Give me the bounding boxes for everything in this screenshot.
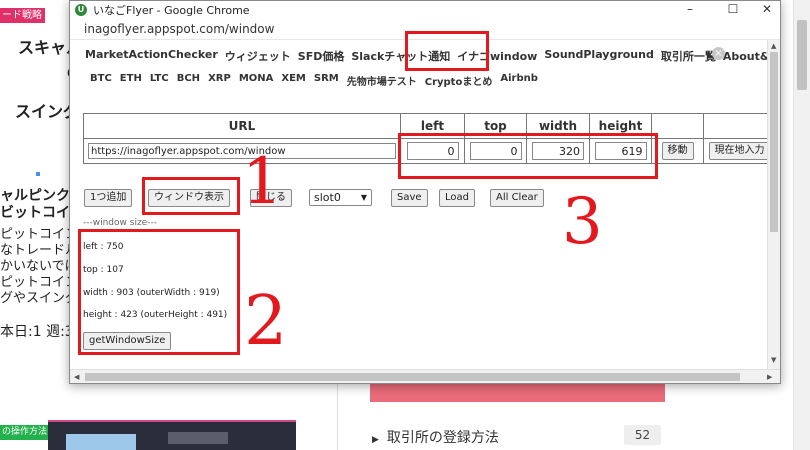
nav-item-mona[interactable]: MONA (239, 73, 274, 88)
excerpt-line: グやスイング (0, 291, 70, 306)
horizontal-scrollbar-thumb[interactable] (85, 373, 740, 381)
vertical-scrollbar-thumb[interactable] (770, 52, 778, 232)
scroll-down-icon[interactable]: ▼ (771, 356, 776, 364)
annotation-number-3: 3 (562, 185, 603, 259)
nav-item-crypto-summary[interactable]: Cryptoまとめ (425, 73, 493, 88)
excerpt-line: なトレードル (0, 243, 70, 258)
article-thumbnail[interactable] (48, 420, 296, 450)
sidebar-link-label: 取引所の登録方法 (386, 430, 499, 446)
header-empty (651, 113, 704, 139)
nav-item-exchanges[interactable]: 取引所一覧 (661, 48, 716, 64)
nav-item-widget[interactable]: ウィジェット (225, 48, 291, 64)
article-heading-2[interactable]: スイング (15, 98, 70, 122)
category-tag[interactable]: ード戦略 (0, 8, 45, 23)
page-scrollbar[interactable] (793, 0, 810, 450)
window-title: いなごFlyer - Google Chrome (93, 3, 250, 17)
nav-item-xem[interactable]: XEM (281, 73, 306, 88)
highlight-window-size-panel (78, 229, 240, 355)
add-one-button[interactable]: 1つ追加 (84, 189, 133, 207)
sidebar-link[interactable]: ▶ 取引所の登録方法 (372, 427, 499, 447)
all-clear-button[interactable]: All Clear (490, 189, 544, 207)
highlight-position-inputs (398, 133, 658, 179)
scroll-up-icon[interactable]: ▲ (771, 42, 776, 50)
close-window-button[interactable]: ✕ (752, 1, 780, 18)
article-title[interactable]: ャルピンク ビットコイ (0, 188, 70, 222)
app-icon: U (75, 3, 87, 16)
article-excerpt: ピットコイン なトレードル かいないでは ピットコイン グやスイング (0, 227, 70, 307)
window-horizontal-scrollbar[interactable]: ◀ ▶ (70, 369, 780, 383)
thumbnail-shape (168, 432, 228, 444)
article-title-line: ビットコイ (0, 205, 70, 221)
address-url: inagoflyer.appspot.com/window (84, 22, 275, 36)
window-vertical-scrollbar[interactable]: ▲ ▼ (767, 40, 780, 369)
nav-item-sfd[interactable]: SFD価格 (298, 48, 345, 64)
nav-item-srm[interactable]: SRM (314, 73, 339, 88)
move-button[interactable]: 移動 (661, 142, 694, 160)
slot-select-value: slot0 (314, 191, 341, 204)
close-icon[interactable]: × (712, 47, 725, 60)
scroll-right-icon[interactable]: ▶ (767, 373, 772, 381)
current-position-button[interactable]: 現在地入力 (708, 142, 771, 160)
highlight-inago-window-nav (405, 31, 489, 71)
highlight-show-window-button (142, 177, 240, 215)
decoration-dot (36, 172, 40, 176)
minimize-button[interactable]: – (675, 1, 705, 18)
nav-item-futures-test[interactable]: 先物市場テスト (347, 73, 417, 88)
window-titlebar[interactable]: U いなごFlyer - Google Chrome – ☐ ✕ (70, 1, 780, 18)
excerpt-line: ピットコイン (0, 227, 70, 242)
nav-item-btc[interactable]: BTC (90, 73, 112, 88)
background-page-left: ード戦略 スキャル スイング ャルピンク ビットコイ ピットコイン なトレードル… (0, 0, 70, 450)
load-button[interactable]: Load (439, 189, 475, 207)
secondary-nav: BTC ETH LTC BCH XRP MONA XEM SRM 先物市場テスト… (90, 73, 546, 88)
article-heading[interactable]: スキャル (18, 34, 70, 58)
view-stats: 本日:1 週:31 (0, 324, 70, 340)
sidebar-banner[interactable] (370, 383, 665, 402)
chevron-down-icon: ▼ (360, 193, 367, 202)
excerpt-line: ピットコイン (0, 275, 70, 290)
maximize-button[interactable]: ☐ (718, 1, 748, 18)
category-tag-2[interactable]: の操作方法 (0, 425, 48, 440)
page-scrollbar-thumb[interactable] (797, 20, 807, 90)
thumbnail-shape (66, 434, 136, 450)
nav-item-market-action-checker[interactable]: MarketActionChecker (85, 48, 218, 64)
header-empty (703, 113, 776, 139)
window-size-caption: ---window size--- (83, 218, 157, 228)
annotation-number-2: 2 (244, 282, 288, 361)
nav-item-eth[interactable]: ETH (120, 73, 142, 88)
nav-item-xrp[interactable]: XRP (208, 73, 231, 88)
nav-item-airbnb[interactable]: Airbnb (500, 73, 538, 88)
triangle-right-icon: ▶ (372, 435, 379, 445)
cell-move: 移動 (651, 138, 704, 164)
cell-current-position: 現在地入力 (703, 138, 776, 164)
header-url: URL (83, 113, 401, 139)
nav-item-sound-playground[interactable]: SoundPlayground (544, 48, 654, 64)
scroll-left-icon[interactable]: ◀ (74, 373, 79, 381)
sidebar-link-count: 52 (624, 425, 661, 445)
excerpt-line: かいないでは (0, 259, 70, 274)
slot-select[interactable]: slot0 ▼ (309, 189, 372, 206)
annotation-number-1: 1 (242, 145, 283, 219)
article-title-line: ャルピンク (0, 188, 70, 204)
nav-item-bch[interactable]: BCH (177, 73, 200, 88)
save-button[interactable]: Save (391, 189, 428, 207)
nav-item-ltc[interactable]: LTC (150, 73, 169, 88)
